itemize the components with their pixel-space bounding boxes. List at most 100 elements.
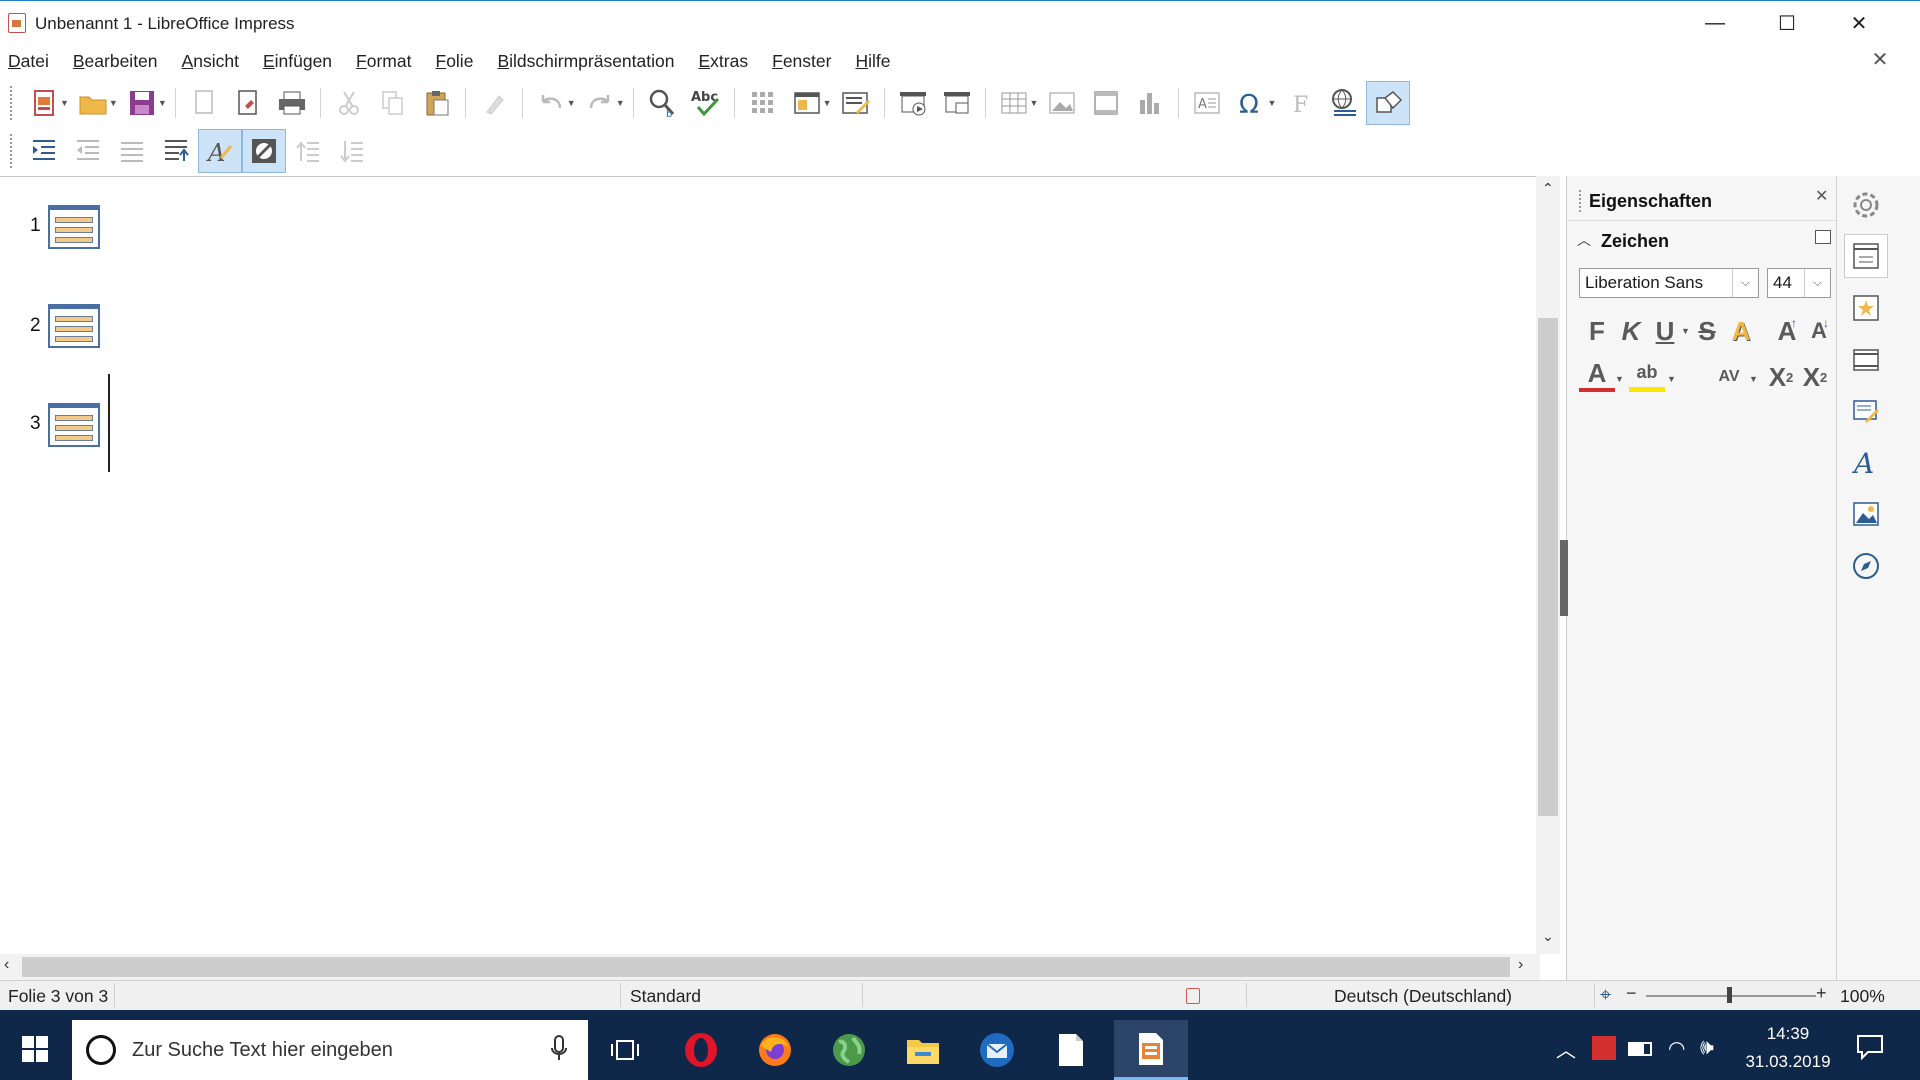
zoom-out-icon[interactable]: − [1626, 983, 1637, 1004]
chevron-down-icon[interactable]: ⌵ [1804, 269, 1830, 297]
sidebar-close-icon[interactable]: ✕ [1815, 186, 1828, 206]
clone-formatting-icon[interactable] [472, 81, 516, 125]
subscript-button[interactable]: X2 [1797, 358, 1833, 396]
table-icon[interactable] [992, 81, 1036, 125]
font-color-button[interactable]: A [1579, 358, 1615, 392]
menu-einfuegen[interactable]: Einfügen [263, 51, 332, 72]
menu-format[interactable]: Format [356, 51, 411, 72]
bold-button[interactable]: F [1579, 312, 1615, 350]
slide-icon[interactable] [48, 403, 100, 447]
formatting-on-icon[interactable]: A [198, 129, 242, 173]
notification-center-icon[interactable] [1856, 1034, 1884, 1065]
start-from-current-icon[interactable] [935, 81, 979, 125]
scroll-down-icon[interactable]: ⌄ [1542, 928, 1554, 945]
properties-gear-icon[interactable] [1844, 183, 1888, 227]
maximize-button[interactable]: ☐ [1752, 1, 1822, 45]
toolbar-grip[interactable] [10, 86, 14, 120]
network-icon[interactable]: ◠ [1668, 1036, 1685, 1061]
hyperlink-icon[interactable] [1322, 81, 1366, 125]
master-slides-icon[interactable] [1844, 338, 1888, 382]
font-styles-icon[interactable]: A [1844, 440, 1888, 484]
scroll-up-icon[interactable]: ⌃ [1542, 180, 1554, 197]
clock-date[interactable]: 31.03.2019 [1738, 1052, 1838, 1072]
thunderbird-icon[interactable] [960, 1020, 1034, 1080]
panel-grip[interactable] [1579, 190, 1582, 212]
menu-bildschirmpraesentation[interactable]: Bildschirmpräsentation [497, 51, 674, 72]
clock-time[interactable]: 14:39 [1748, 1024, 1828, 1044]
menu-bearbeiten[interactable]: Bearbeiten [73, 51, 158, 72]
undo-icon[interactable] [529, 81, 573, 125]
zoom-percent[interactable]: 100% [1840, 986, 1885, 1007]
scroll-right-icon[interactable]: › [1518, 956, 1523, 974]
new-document-icon[interactable] [22, 81, 66, 125]
opera-icon[interactable] [664, 1020, 738, 1080]
toolbar-grip[interactable] [10, 134, 14, 168]
language-status[interactable]: Deutsch (Deutschland) [1334, 986, 1512, 1007]
master-slide-name[interactable]: Standard [630, 986, 701, 1007]
image-icon[interactable] [1040, 81, 1084, 125]
menu-extras[interactable]: Extras [698, 51, 748, 72]
media-icon[interactable] [1084, 81, 1128, 125]
chevron-down-icon[interactable]: ⌵ [1732, 269, 1758, 297]
antivirus-tray-icon[interactable] [1592, 1036, 1616, 1060]
export-pdf-icon[interactable] [226, 81, 270, 125]
menu-datei[interactable]: Datei [8, 51, 49, 72]
slide-icon[interactable] [48, 205, 100, 249]
export-icon[interactable] [182, 81, 226, 125]
textbox-icon[interactable]: A [1185, 81, 1229, 125]
animation-icon[interactable] [1844, 286, 1888, 330]
fit-slide-icon[interactable]: ⌖ [1600, 984, 1611, 1007]
shadow-button[interactable]: A [1723, 312, 1759, 350]
battery-icon[interactable] [1628, 1042, 1652, 1056]
outline-view[interactable]: 1 2 3 [0, 176, 1540, 954]
black-white-icon[interactable] [242, 129, 286, 173]
cut-icon[interactable] [327, 81, 371, 125]
display-views-icon[interactable] [785, 81, 829, 125]
highlight-dropdown-icon[interactable]: ▼ [1667, 374, 1676, 384]
slide-icon[interactable] [48, 304, 100, 348]
gallery-icon[interactable] [1844, 492, 1888, 536]
fontwork-icon[interactable]: F [1278, 81, 1322, 125]
paste-icon[interactable] [415, 81, 459, 125]
open-folder-icon[interactable] [71, 81, 115, 125]
styles-icon[interactable] [1844, 390, 1888, 434]
sidebar-collapse-handle[interactable] [1560, 540, 1568, 616]
collapse-icon[interactable] [286, 129, 330, 173]
strikethrough-button[interactable]: S [1689, 312, 1725, 350]
copy-icon[interactable] [371, 81, 415, 125]
scroll-left-icon[interactable]: ‹ [4, 956, 9, 974]
basic-shapes-icon[interactable] [1366, 81, 1411, 125]
navigator-icon[interactable] [1844, 544, 1888, 588]
expand-icon[interactable] [330, 129, 374, 173]
redo-icon[interactable] [578, 81, 622, 125]
impress-taskbar-icon[interactable] [1114, 1020, 1188, 1080]
find-replace-icon[interactable]: b [640, 81, 684, 125]
taskbar-search-box[interactable]: Zur Suche Text hier eingeben [72, 1020, 588, 1080]
move-down-icon[interactable] [110, 129, 154, 173]
font-name-combobox[interactable]: Liberation Sans ⌵ [1579, 268, 1759, 298]
document-modified-icon[interactable] [1186, 988, 1200, 1004]
cortana-icon[interactable] [86, 1035, 116, 1065]
windows-start-icon[interactable] [22, 1036, 48, 1062]
menu-hilfe[interactable]: Hilfe [855, 51, 890, 72]
promote-icon[interactable] [66, 129, 110, 173]
demote-icon[interactable] [22, 129, 66, 173]
slide-transition-icon[interactable] [1844, 234, 1888, 278]
increase-font-button[interactable]: A [1769, 312, 1805, 350]
spacing-dropdown-icon[interactable]: ▼ [1749, 374, 1758, 384]
menu-folie[interactable]: Folie [435, 51, 473, 72]
file-explorer-icon[interactable] [886, 1020, 960, 1080]
special-character-icon[interactable]: Ω [1229, 81, 1273, 125]
vertical-scroll-thumb[interactable] [1538, 318, 1558, 816]
microphone-icon[interactable] [550, 1034, 568, 1067]
volume-icon[interactable]: 🕪 [1700, 1034, 1714, 1060]
section-collapse-icon[interactable]: ︿ [1577, 230, 1591, 250]
highlight-button[interactable]: ab [1629, 358, 1665, 392]
zoom-in-icon[interactable]: + [1816, 983, 1827, 1004]
zoom-slider-knob[interactable] [1727, 987, 1732, 1003]
character-spacing-button[interactable]: AV [1711, 358, 1747, 396]
chart-icon[interactable] [1128, 81, 1172, 125]
task-view-icon[interactable] [588, 1020, 662, 1080]
print-icon[interactable] [270, 81, 314, 125]
underline-button[interactable]: U [1647, 312, 1683, 350]
